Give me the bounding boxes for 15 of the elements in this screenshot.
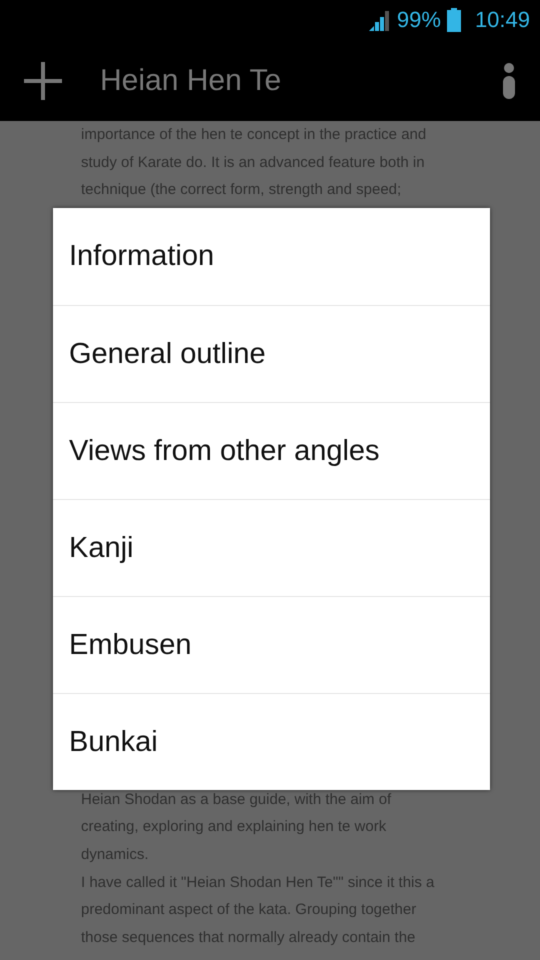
clock-time: 10:49 <box>474 7 530 33</box>
body-text-line: dynamics. <box>81 844 150 865</box>
menu-item[interactable]: Information <box>53 208 490 305</box>
menu-item[interactable]: Views from other angles <box>53 402 490 499</box>
battery-percent: 99% <box>396 7 441 33</box>
menu-item[interactable]: Bunkai <box>53 693 490 790</box>
menu-item[interactable]: Embusen <box>53 596 490 693</box>
app-title: Heian Hen Te <box>100 64 282 98</box>
menu-item[interactable]: General outline <box>53 305 490 402</box>
battery-icon <box>446 8 461 32</box>
signal-icon <box>368 9 391 31</box>
menu-item[interactable]: Kanji <box>53 499 490 596</box>
add-icon[interactable] <box>24 62 62 100</box>
info-icon[interactable] <box>502 62 516 98</box>
body-text-line: technique (the correct form, strength and speed; <box>81 180 402 200</box>
